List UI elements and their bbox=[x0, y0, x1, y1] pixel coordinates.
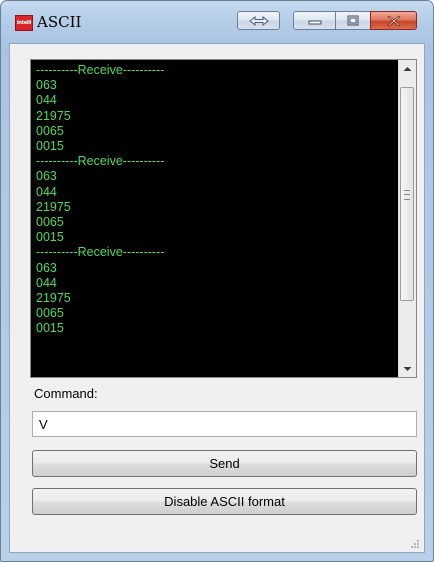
client-area: ----------Receive---------- 063 044 21975 00… bbox=[9, 43, 425, 553]
console-line: 0015 bbox=[36, 230, 64, 245]
scroll-up-button[interactable] bbox=[399, 60, 416, 77]
swap-button[interactable] bbox=[237, 11, 280, 30]
minimize-button[interactable] bbox=[293, 11, 336, 30]
scroll-grip-icon bbox=[404, 190, 410, 200]
close-icon bbox=[371, 12, 416, 29]
console-line: 21975 bbox=[36, 291, 71, 306]
console-line: 21975 bbox=[36, 108, 71, 123]
console-line: 063 bbox=[36, 260, 57, 275]
maximize-icon bbox=[336, 12, 370, 29]
title-bar[interactable]: intelli ASCII bbox=[1, 1, 433, 43]
console-line: 0065 bbox=[36, 215, 64, 230]
console-line: 044 bbox=[36, 184, 57, 199]
scroll-thumb[interactable] bbox=[400, 87, 414, 301]
resize-grip-icon[interactable] bbox=[410, 539, 420, 549]
console-line: ----------Receive---------- bbox=[36, 154, 165, 169]
console-line: 0015 bbox=[36, 139, 64, 154]
ascii-window: intelli ASCII ----------Receive---------… bbox=[0, 0, 434, 562]
console-line: ----------Receive---------- bbox=[36, 245, 165, 260]
console-line: 0065 bbox=[36, 306, 64, 321]
receive-console[interactable]: ----------Receive---------- 063 044 21975 00… bbox=[30, 59, 417, 378]
disable-ascii-format-button[interactable]: Disable ASCII format bbox=[32, 488, 417, 515]
command-label: Command: bbox=[34, 386, 98, 401]
console-line: 063 bbox=[36, 78, 57, 93]
close-button[interactable] bbox=[370, 11, 417, 30]
console-output: ----------Receive---------- 063 044 21975 00… bbox=[36, 63, 391, 337]
window-title: ASCII bbox=[37, 13, 82, 31]
console-line: 21975 bbox=[36, 199, 71, 214]
scroll-down-icon bbox=[403, 366, 412, 371]
console-line: 044 bbox=[36, 93, 57, 108]
console-line: 044 bbox=[36, 275, 57, 290]
console-line: 063 bbox=[36, 169, 57, 184]
scroll-down-button[interactable] bbox=[399, 360, 416, 377]
console-line: 0065 bbox=[36, 123, 64, 138]
minimize-icon bbox=[294, 12, 335, 29]
command-input[interactable] bbox=[32, 411, 417, 437]
console-line: 0015 bbox=[36, 321, 64, 336]
double-arrow-icon bbox=[238, 12, 279, 29]
app-icon[interactable]: intelli bbox=[15, 15, 33, 31]
maximize-button[interactable] bbox=[335, 11, 371, 30]
scroll-up-icon bbox=[403, 66, 412, 71]
send-button[interactable]: Send bbox=[32, 450, 417, 477]
console-line: ----------Receive---------- bbox=[36, 63, 165, 77]
console-scrollbar[interactable] bbox=[398, 60, 416, 377]
